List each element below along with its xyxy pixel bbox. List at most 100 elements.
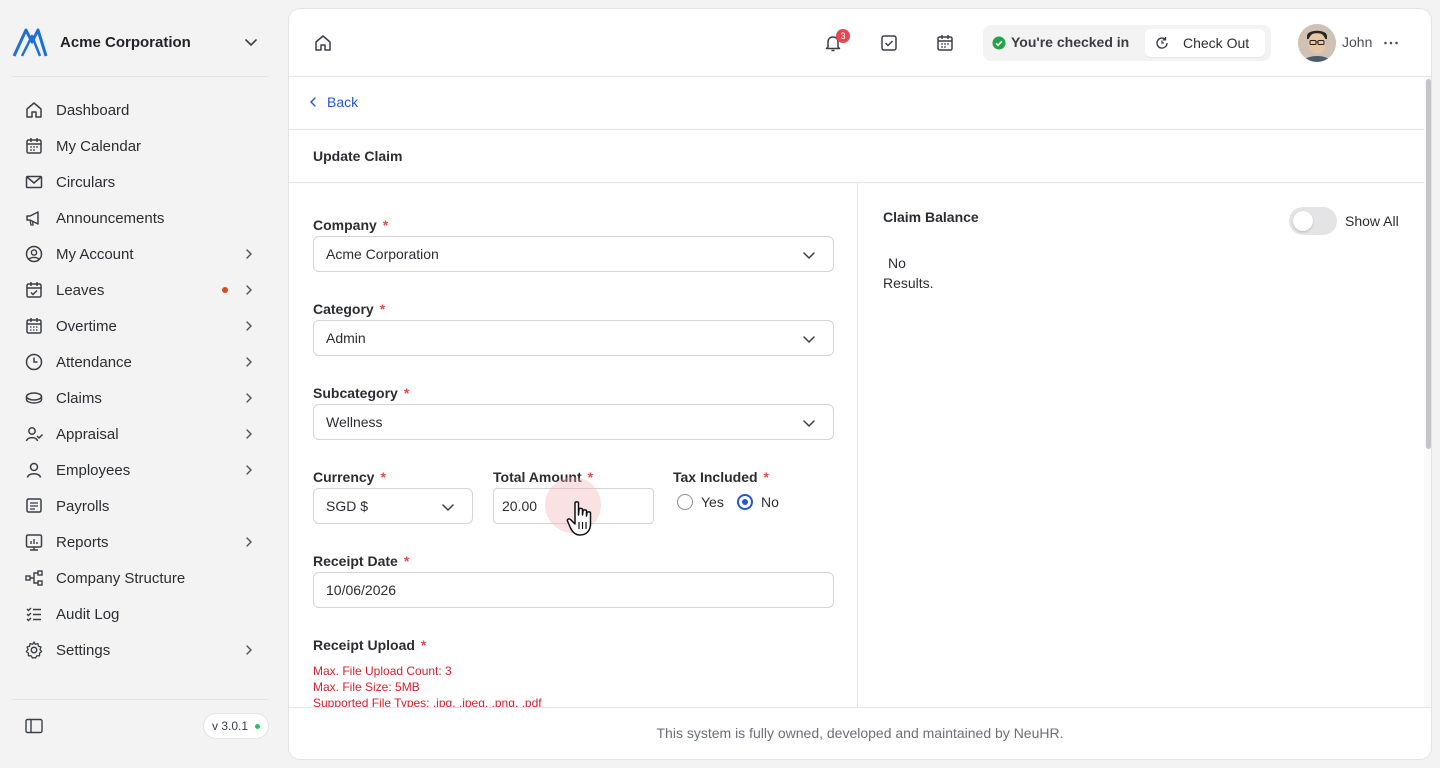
sidebar-item-label: My Account [56, 245, 134, 263]
org-name: Acme Corporation [60, 33, 191, 51]
back-label: Back [327, 94, 359, 110]
main-panel: 3 You're checked in Check Out John Back … [288, 8, 1432, 760]
claim-balance-title: Claim Balance [883, 209, 979, 225]
checkbox-icon[interactable] [879, 33, 899, 53]
chevron-down-icon[interactable] [242, 33, 260, 51]
check-circle-icon [992, 36, 1006, 50]
sidebar-item-label: Payrolls [56, 497, 110, 515]
company-label: Company * [313, 217, 388, 233]
receipt-date-input[interactable]: 10/06/2026 [313, 572, 834, 608]
chevron-right-icon [242, 355, 256, 369]
chevron-right-icon [242, 283, 256, 297]
required-marker: * [403, 553, 410, 569]
chevron-right-icon [242, 463, 256, 477]
list-check-icon [24, 604, 44, 624]
avatar[interactable] [1298, 24, 1336, 62]
radio-label-no: No [761, 494, 779, 510]
receipt-upload-label-text: Receipt Upload [313, 637, 415, 653]
calendar-icon [24, 136, 44, 156]
radio-label-yes: Yes [701, 494, 724, 510]
sidebar-item-circulars[interactable]: Circulars [12, 164, 268, 200]
sidebar-item-label: Settings [56, 641, 111, 659]
upload-note-size: Max. File Size: 5MB [313, 680, 420, 694]
empty-state-text: No Results. [883, 255, 934, 291]
sidebar-item-appraisal[interactable]: Appraisal [12, 416, 268, 452]
clock-icon [24, 352, 44, 372]
title-row: Update Claim [289, 130, 1424, 183]
sidebar-item-announcements[interactable]: Announcements [12, 200, 268, 236]
category-select[interactable]: Admin [313, 320, 834, 356]
sidebar-item-label: Leaves [56, 281, 105, 299]
sidebar-item-overtime[interactable]: Overtime [12, 308, 268, 344]
upload-note-count: Max. File Upload Count: 3 [313, 664, 452, 678]
chevron-down-icon [440, 499, 456, 515]
required-marker: * [379, 301, 386, 317]
company-select[interactable]: Acme Corporation [313, 236, 834, 272]
receipt-upload-label: Receipt Upload * [313, 637, 426, 653]
claim-form: Company * Acme Corporation Category * Admi… [289, 183, 858, 710]
chevron-right-icon [242, 247, 256, 261]
radio-checked [737, 494, 753, 510]
mail-icon [24, 172, 44, 192]
sidebar-item-company-structure[interactable]: Company Structure [12, 560, 268, 596]
sidebar-item-reports[interactable]: Reports [12, 524, 268, 560]
sidebar-item-employees[interactable]: Employees [12, 452, 268, 488]
subcategory-label: Subcategory * [313, 385, 409, 401]
notification-dot [222, 287, 228, 293]
divider [12, 76, 268, 77]
coins-icon [24, 388, 44, 408]
required-marker: * [382, 217, 389, 233]
sidebar-toggle-icon[interactable] [24, 716, 44, 736]
sidebar-item-label: My Calendar [56, 137, 142, 155]
user-icon [24, 460, 44, 480]
sidebar-item-audit-log[interactable]: Audit Log [12, 596, 268, 632]
user-name[interactable]: John [1342, 34, 1372, 50]
chevron-right-icon [242, 319, 256, 333]
sidebar-item-claims[interactable]: Claims [12, 380, 268, 416]
subcategory-label-text: Subcategory [313, 385, 398, 401]
sidebar-item-attendance[interactable]: Attendance [12, 344, 268, 380]
checkin-status-text: You're checked in [1011, 34, 1130, 50]
chart-icon [24, 532, 44, 552]
divider [12, 699, 268, 700]
currency-label: Currency * [313, 469, 386, 485]
sidebar-item-settings[interactable]: Settings [12, 632, 268, 668]
home-icon[interactable] [313, 33, 333, 53]
currency-select[interactable]: SGD $ [313, 488, 473, 524]
calendar-grid-icon [24, 316, 44, 336]
show-all-toggle[interactable] [1289, 207, 1337, 235]
tax-included-no-radio[interactable]: No [737, 494, 779, 510]
back-link[interactable]: Back [307, 94, 358, 110]
total-amount-value: 20.00 [502, 498, 538, 514]
sidebar-item-label: Audit Log [56, 605, 120, 623]
subcategory-select[interactable]: Wellness [313, 404, 834, 440]
category-select-value: Admin [326, 330, 366, 346]
sidebar-item-payrolls[interactable]: Payrolls [12, 488, 268, 524]
tax-included-yes-radio[interactable]: Yes [677, 494, 724, 510]
subcategory-select-value: Wellness [326, 414, 383, 430]
category-label: Category * [313, 301, 385, 317]
chevron-right-icon [242, 427, 256, 441]
more-horizontal-icon[interactable] [1382, 33, 1400, 53]
sidebar-nav: Dashboard My Calendar Circulars Announce… [12, 92, 268, 668]
sidebar-item-label: Claims [56, 389, 102, 407]
category-label-text: Category [313, 301, 374, 317]
calendar-check-icon [24, 280, 44, 300]
footer-text: This system is fully owned, developed an… [656, 725, 1064, 741]
scrollbar-thumb[interactable] [1426, 79, 1431, 449]
chevron-right-icon [242, 391, 256, 405]
receipt-date-value: 10/06/2026 [326, 582, 397, 598]
org-switcher[interactable]: Acme Corporation [12, 24, 268, 60]
sidebar-item-my-account[interactable]: My Account [12, 236, 268, 272]
sidebar-item-leaves[interactable]: Leaves [12, 272, 268, 308]
chevron-left-icon [307, 96, 319, 108]
tax-included-label: Tax Included * [673, 469, 769, 485]
sidebar: Acme Corporation Dashboard My Calendar C… [0, 0, 280, 768]
receipt-date-label: Receipt Date * [313, 553, 409, 569]
check-out-button[interactable]: Check Out [1145, 29, 1265, 57]
sidebar-item-dashboard[interactable]: Dashboard [12, 92, 268, 128]
calendar-icon[interactable] [935, 33, 955, 53]
sidebar-item-label: Announcements [56, 209, 165, 227]
sidebar-item-my-calendar[interactable]: My Calendar [12, 128, 268, 164]
company-label-text: Company [313, 217, 377, 233]
